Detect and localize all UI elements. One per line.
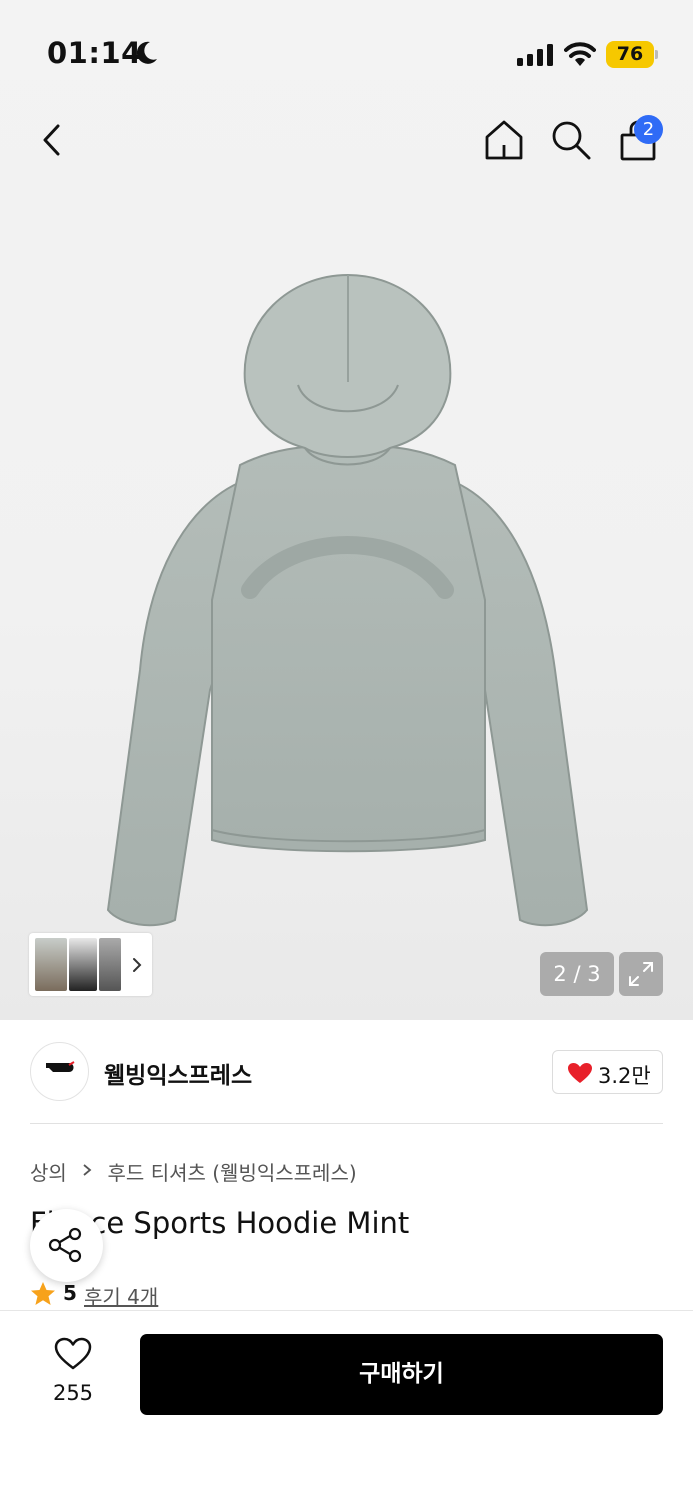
divider bbox=[30, 1123, 663, 1124]
brand-like-button[interactable]: 3.2만 bbox=[552, 1050, 663, 1094]
wish-count: 255 bbox=[52, 1381, 94, 1405]
chevron-right-icon bbox=[83, 1164, 92, 1176]
rating-score: 5 bbox=[63, 1281, 77, 1305]
expand-button[interactable] bbox=[619, 952, 663, 996]
thumbnail-3[interactable] bbox=[99, 938, 121, 991]
heart-filled-icon bbox=[568, 1063, 592, 1083]
thumbnail-1[interactable] bbox=[35, 938, 67, 991]
product-image[interactable] bbox=[100, 270, 595, 950]
star-icon bbox=[31, 1282, 55, 1305]
battery-indicator: 76 bbox=[606, 41, 658, 68]
battery-tip bbox=[655, 50, 658, 59]
breadcrumb-category[interactable]: 상의 bbox=[30, 1157, 67, 1186]
back-button[interactable] bbox=[38, 120, 68, 160]
share-icon bbox=[48, 1227, 82, 1263]
brand-logo-mark bbox=[46, 1061, 75, 1072]
wifi-icon bbox=[564, 42, 596, 66]
buy-button[interactable]: 구매하기 bbox=[140, 1334, 663, 1415]
chevron-right-icon[interactable] bbox=[130, 956, 144, 974]
cellular-signal-icon bbox=[517, 44, 553, 66]
battery-level: 76 bbox=[606, 41, 654, 68]
status-time: 01:14 bbox=[47, 36, 142, 70]
breadcrumb: 상의 후드 티셔츠 (웰빙익스프레스) bbox=[30, 1157, 357, 1186]
thumbnail-2[interactable] bbox=[69, 938, 97, 991]
share-button[interactable] bbox=[30, 1209, 103, 1282]
home-button[interactable] bbox=[484, 119, 524, 161]
image-page-counter: 2 / 3 bbox=[540, 952, 614, 996]
brand-logo[interactable] bbox=[30, 1042, 89, 1101]
moon-icon bbox=[136, 41, 157, 64]
review-count-link[interactable]: 후기 4개 bbox=[84, 1281, 158, 1310]
search-button[interactable] bbox=[550, 119, 592, 161]
brand-like-count: 3.2만 bbox=[598, 1064, 651, 1088]
cart-count-badge: 2 bbox=[634, 115, 663, 144]
heart-outline-icon[interactable] bbox=[54, 1337, 92, 1371]
breadcrumb-subcategory[interactable]: 후드 티셔츠 (웰빙익스프레스) bbox=[108, 1157, 357, 1186]
brand-name[interactable]: 웰빙익스프레스 bbox=[104, 1056, 252, 1090]
